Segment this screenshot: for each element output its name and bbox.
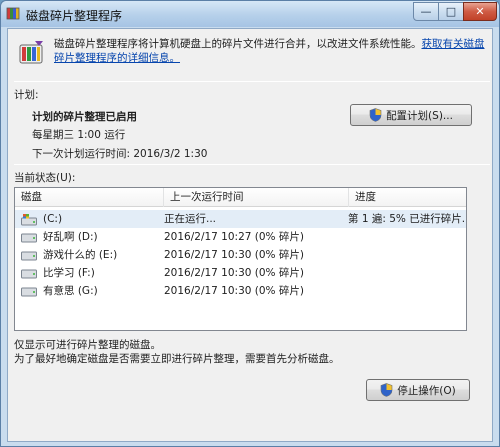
defrag-app-icon	[19, 41, 43, 64]
title-bar[interactable]: 磁盘碎片整理程序 — □ ✕	[1, 1, 499, 27]
stop-operation-button[interactable]: 停止操作(O)	[366, 379, 470, 401]
disk-row[interactable]: 好乱啊 (D:) 2016/2/17 10:27 (0% 碎片)	[15, 228, 466, 246]
defrag-window: 磁盘碎片整理程序 — □ ✕ 磁盘碎片整理程序将计算机硬盘上的碎片文件进行合并，…	[0, 0, 500, 447]
configure-schedule-button[interactable]: 配置计划(S)...	[350, 104, 472, 126]
disk-name: 好乱啊 (D:)	[43, 231, 98, 243]
last-run: 2016/2/17 10:30 (0% 碎片)	[164, 249, 304, 261]
defrag-app-icon	[6, 7, 20, 20]
description-text: 磁盘碎片整理程序将计算机硬盘上的碎片文件进行合并，以改进文件系统性能。获取有关磁…	[54, 37, 490, 65]
schedule-section-label: 计划:	[14, 89, 39, 101]
client-area: 磁盘碎片整理程序将计算机硬盘上的碎片文件进行合并，以改进文件系统性能。获取有关磁…	[7, 28, 493, 442]
uac-shield-icon	[369, 108, 382, 122]
stop-operation-label: 停止操作(O)	[397, 384, 456, 397]
window-title: 磁盘碎片整理程序	[26, 9, 123, 23]
close-button[interactable]: ✕	[463, 2, 497, 21]
last-run: 2016/2/17 10:27 (0% 碎片)	[164, 231, 304, 243]
disk-row[interactable]: 游戏什么的 (E:) 2016/2/17 10:30 (0% 碎片)	[15, 246, 466, 264]
last-run: 2016/2/17 10:30 (0% 碎片)	[164, 267, 304, 279]
disk-name: 有意思 (G:)	[43, 285, 98, 297]
minimize-button[interactable]: —	[413, 2, 439, 21]
divider	[14, 81, 490, 82]
list-header: 磁盘 上一次运行时间 进度	[15, 188, 466, 207]
disk-name: 比学习 (F:)	[43, 267, 95, 279]
column-header-progress[interactable]: 进度	[349, 188, 466, 207]
note-line-1: 仅显示可进行碎片整理的磁盘。	[14, 339, 161, 351]
close-icon: ✕	[475, 5, 485, 18]
uac-shield-icon	[380, 383, 393, 397]
schedule-next-run: 下一次计划运行时间: 2016/3/2 1:30	[32, 148, 208, 160]
hard-drive-icon	[21, 287, 37, 297]
column-header-last-run[interactable]: 上一次运行时间	[164, 188, 349, 207]
divider	[14, 164, 490, 165]
system-drive-icon	[21, 214, 37, 226]
current-status-label: 当前状态(U):	[14, 172, 76, 184]
progress: 第 1 遍: 5% 已进行碎片...	[348, 213, 466, 225]
last-run: 正在运行...	[164, 213, 217, 225]
maximize-button[interactable]: □	[438, 2, 464, 21]
hard-drive-icon	[21, 269, 37, 279]
column-header-disk[interactable]: 磁盘	[15, 188, 164, 207]
note-line-2: 为了最好地确定磁盘是否需要立即进行碎片整理，需要首先分析磁盘。	[14, 353, 340, 365]
disk-name: (C:)	[43, 213, 63, 225]
last-run: 2016/2/17 10:30 (0% 碎片)	[164, 285, 304, 297]
hard-drive-icon	[21, 251, 37, 261]
disk-row[interactable]: 有意思 (G:) 2016/2/17 10:30 (0% 碎片)	[15, 282, 466, 300]
minimize-icon: —	[420, 5, 432, 18]
disk-row[interactable]: (C:) 正在运行... 第 1 遍: 5% 已进行碎片...	[15, 210, 466, 228]
configure-schedule-label: 配置计划(S)...	[386, 109, 453, 122]
maximize-icon: □	[445, 5, 457, 18]
schedule-status: 计划的碎片整理已启用	[32, 111, 137, 123]
description: 磁盘碎片整理程序将计算机硬盘上的碎片文件进行合并，以改进文件系统性能。	[54, 38, 422, 50]
schedule-frequency: 每星期三 1:00 运行	[32, 129, 126, 141]
disk-row[interactable]: 比学习 (F:) 2016/2/17 10:30 (0% 碎片)	[15, 264, 466, 282]
disk-name: 游戏什么的 (E:)	[43, 249, 118, 261]
disk-list[interactable]: 磁盘 上一次运行时间 进度 (C:) 正在运行... 第 1 遍: 5% 已进行…	[14, 187, 467, 331]
hard-drive-icon	[21, 233, 37, 243]
